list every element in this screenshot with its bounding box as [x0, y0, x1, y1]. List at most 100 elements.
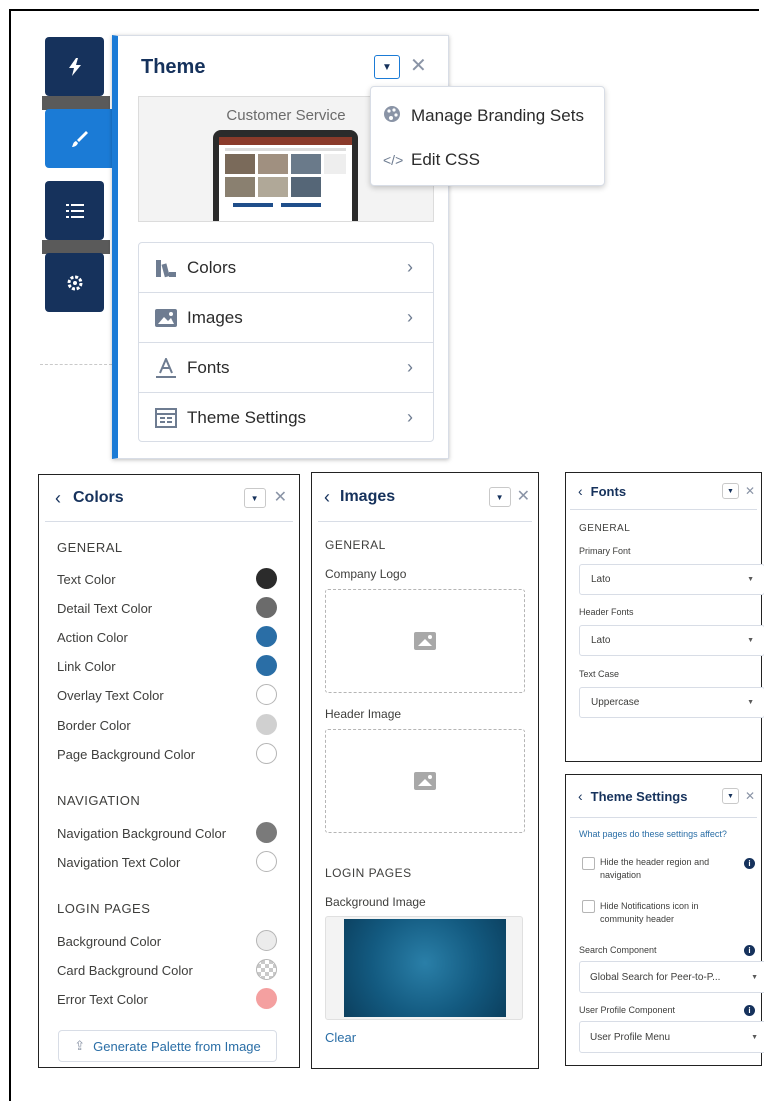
- hide-header-label: Hide the header region and navigation: [600, 857, 710, 880]
- settings-help-link[interactable]: What pages do these settings affect?: [579, 829, 727, 839]
- user-profile-select[interactable]: User Profile Menu ▼: [579, 1021, 764, 1053]
- image-placeholder-icon: [414, 772, 436, 790]
- section-heading-login: LOGIN PAGES: [57, 901, 151, 916]
- header-fonts-select[interactable]: Lato ▼: [579, 625, 764, 656]
- colors-panel: ‹ Colors ▼ ✕ GENERAL Text Color Detail T…: [38, 474, 300, 1068]
- menu-item-label: Fonts: [187, 357, 230, 377]
- back-icon[interactable]: ‹: [578, 788, 583, 804]
- manage-branding-sets-item[interactable]: Manage Branding Sets: [383, 105, 584, 126]
- menu-item-label: Manage Branding Sets: [411, 105, 584, 125]
- info-icon[interactable]: i: [744, 858, 755, 869]
- rail-strip: [42, 96, 110, 110]
- color-swatch[interactable]: [256, 822, 277, 843]
- info-icon[interactable]: i: [744, 945, 755, 956]
- text-case-label: Text Case: [579, 669, 620, 679]
- close-icon[interactable]: ✕: [745, 786, 755, 806]
- chevron-right-icon: ›: [407, 307, 413, 327]
- color-swatch[interactable]: [256, 851, 277, 872]
- dropdown-button[interactable]: ▼: [243, 488, 266, 508]
- color-label: Background Color: [57, 934, 162, 949]
- user-profile-label: User Profile Component: [579, 1005, 676, 1015]
- frame-left-line: [9, 9, 11, 1101]
- menu-item-fonts[interactable]: Fonts ›: [139, 343, 433, 393]
- back-icon[interactable]: ‹: [55, 488, 61, 509]
- color-label: Navigation Background Color: [57, 826, 227, 841]
- dropdown-button[interactable]: ▼: [721, 483, 739, 499]
- rail-lightning-button[interactable]: [45, 37, 104, 96]
- paintbrush-icon: [72, 130, 88, 147]
- chevron-right-icon: ›: [407, 257, 413, 277]
- edit-css-item[interactable]: </> Edit CSS: [383, 150, 480, 170]
- panel-title: Fonts: [590, 483, 627, 499]
- menu-item-colors[interactable]: Colors ›: [139, 243, 433, 293]
- font-icon: [153, 357, 179, 378]
- theme-title: Theme: [141, 56, 206, 78]
- back-icon[interactable]: ‹: [578, 483, 583, 499]
- panel-title: Colors: [73, 489, 124, 506]
- hide-notifications-label: Hide Notifications icon in community hea…: [600, 901, 699, 924]
- section-heading-general: GENERAL: [579, 523, 631, 534]
- color-swatch[interactable]: [256, 597, 277, 618]
- hide-header-checkbox[interactable]: [582, 857, 595, 870]
- fonts-panel: ‹ Fonts ▼ ✕ GENERAL Primary Font Lato ▼ …: [565, 472, 764, 762]
- color-label: Error Text Color: [57, 992, 148, 1007]
- panel-title: Theme Settings: [590, 788, 688, 804]
- hide-notifications-checkbox[interactable]: [582, 900, 595, 913]
- close-icon[interactable]: ✕: [410, 56, 427, 76]
- rail-strip: [42, 240, 110, 254]
- background-image-thumbnail: [344, 919, 506, 1017]
- text-case-select[interactable]: Uppercase ▼: [579, 687, 764, 718]
- panel-header: ‹ Colors ▼ ✕: [45, 475, 293, 522]
- dropdown-button[interactable]: ▼: [721, 788, 739, 804]
- primary-font-select[interactable]: Lato ▼: [579, 564, 764, 595]
- select-value: Global Search for Peer-to-P...: [590, 971, 721, 983]
- primary-font-label: Primary Font: [579, 546, 631, 556]
- theme-menu-list: Colors › Images › Fonts › Theme Settings…: [138, 242, 434, 442]
- close-icon[interactable]: ✕: [274, 488, 287, 508]
- menu-item-label: Images: [187, 307, 243, 327]
- menu-item-theme-settings[interactable]: Theme Settings ›: [139, 393, 433, 442]
- company-logo-upload[interactable]: [325, 589, 525, 693]
- rail-pages-button[interactable]: [45, 181, 104, 240]
- section-heading-login: LOGIN PAGES: [325, 866, 412, 880]
- caret-down-icon: ▼: [751, 1033, 758, 1041]
- color-swatch[interactable]: [256, 959, 277, 980]
- color-label: Card Background Color: [57, 963, 193, 978]
- search-component-label: Search Component: [579, 945, 657, 955]
- clear-link[interactable]: Clear: [325, 1030, 356, 1045]
- color-swatch[interactable]: [256, 930, 277, 951]
- rail-theme-button[interactable]: [45, 109, 115, 168]
- color-swatch[interactable]: [256, 655, 277, 676]
- image-placeholder-icon: [414, 632, 436, 650]
- menu-item-label: Theme Settings: [187, 407, 307, 427]
- color-swatch[interactable]: [256, 714, 277, 735]
- color-swatch[interactable]: [256, 988, 277, 1009]
- color-swatch[interactable]: [256, 743, 277, 764]
- close-icon[interactable]: ✕: [745, 481, 755, 501]
- background-image-preview[interactable]: [325, 916, 523, 1020]
- search-component-select[interactable]: Global Search for Peer-to-P... ▼: [579, 961, 764, 993]
- theme-dropdown-button[interactable]: ▼: [374, 55, 400, 79]
- menu-item-images[interactable]: Images ›: [139, 293, 433, 343]
- dropdown-button[interactable]: ▼: [488, 487, 511, 507]
- color-label: Link Color: [57, 659, 116, 674]
- button-label: Generate Palette from Image: [93, 1038, 261, 1054]
- panel-header: ‹ Fonts ▼ ✕: [570, 473, 757, 510]
- code-icon: </>: [383, 152, 404, 168]
- chevron-right-icon: ›: [407, 407, 413, 427]
- colors-icon: [153, 258, 179, 278]
- info-icon[interactable]: i: [744, 1005, 755, 1016]
- panel-header: ‹ Theme Settings ▼ ✕: [570, 775, 757, 818]
- color-swatch[interactable]: [256, 626, 277, 647]
- section-heading-general: GENERAL: [57, 540, 123, 555]
- dotted-divider: [40, 364, 112, 365]
- color-swatch[interactable]: [256, 568, 277, 589]
- color-swatch[interactable]: [256, 684, 277, 705]
- section-heading-general: GENERAL: [325, 538, 386, 552]
- rail-settings-button[interactable]: [45, 253, 104, 312]
- panel-header: ‹ Images ▼ ✕: [318, 473, 532, 522]
- back-icon[interactable]: ‹: [324, 487, 330, 508]
- header-image-upload[interactable]: [325, 729, 525, 833]
- close-icon[interactable]: ✕: [517, 487, 530, 507]
- generate-palette-button[interactable]: ⇪ Generate Palette from Image: [58, 1030, 277, 1062]
